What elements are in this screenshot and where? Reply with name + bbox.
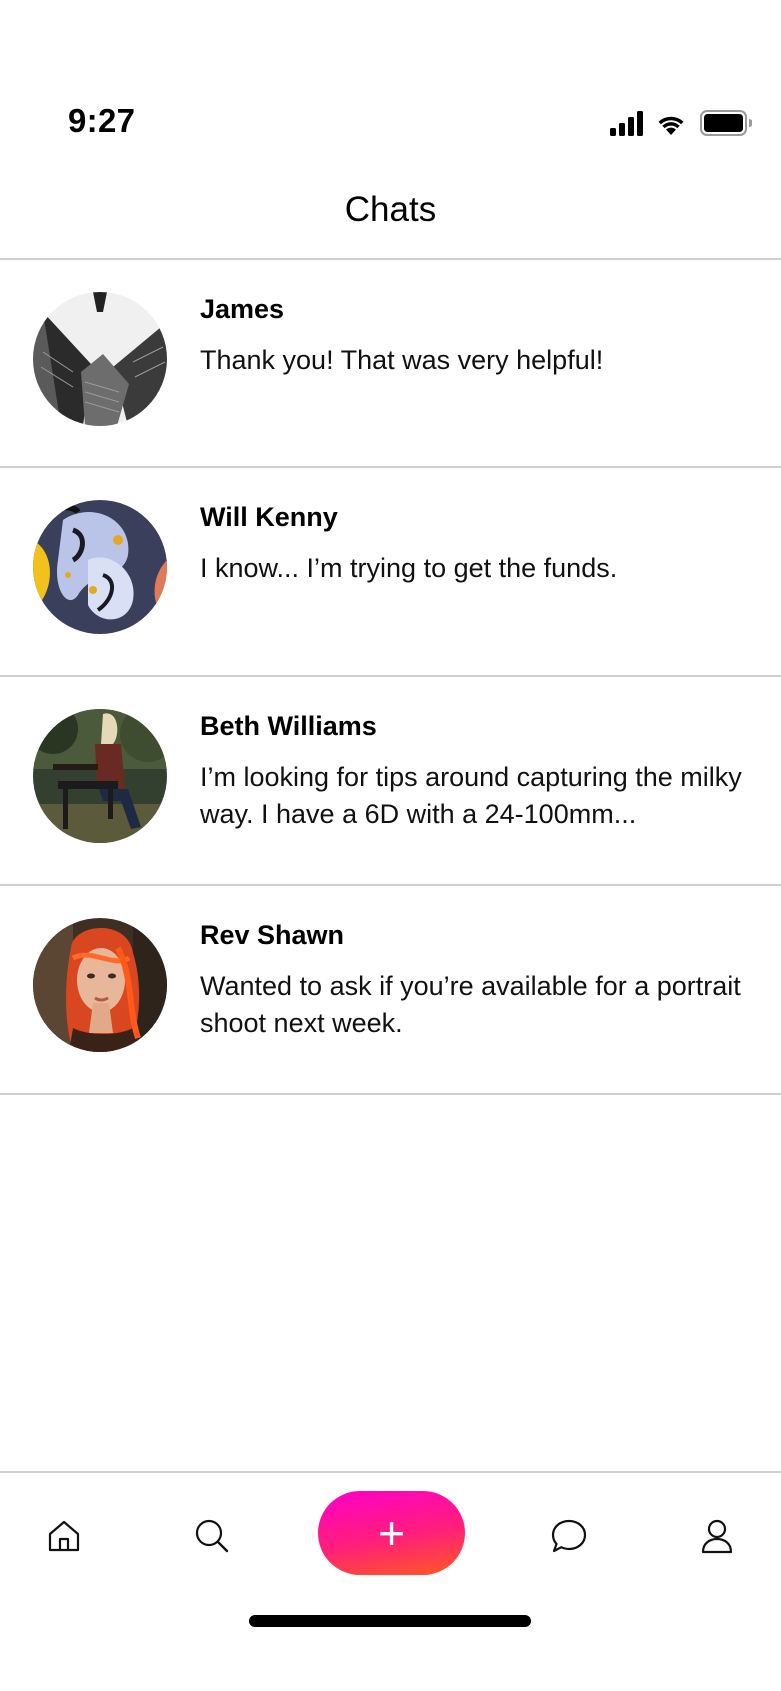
avatar [33,918,167,1052]
chat-name: James [200,294,285,324]
tab-profile[interactable] [692,1511,742,1561]
tab-bar: + [0,1473,781,1593]
abstract-paint-avatar [33,500,167,634]
chat-name: Beth Williams [200,711,377,741]
chat-icon [551,1519,587,1553]
profile-icon [701,1519,733,1554]
page-title: Chats [344,190,437,229]
avatar [33,500,167,634]
compose-button[interactable]: + [318,1491,465,1575]
home-indicator [249,1615,531,1627]
skyscrapers-avatar [33,292,167,426]
red-hair-portrait-avatar [33,918,167,1052]
chat-name: Rev Shawn [200,920,345,950]
status-time: 9:27 [68,102,136,139]
home-icon [48,1520,80,1552]
chat-name: Will Kenny [200,502,338,532]
chat-row-rev-shawn[interactable]: Rev Shawn Wanted to ask if you’re availa… [0,886,781,1095]
tab-chats[interactable] [544,1511,594,1561]
chat-row-beth-williams[interactable]: Beth Williams I’m looking for tips aroun… [0,677,781,886]
signal-icon [610,111,643,136]
chat-message-preview: I know... I’m trying to get the funds. [200,553,618,583]
chat-row-james[interactable]: James Thank you! That was very helpful! [0,260,781,468]
chat-row-will-kenny[interactable]: Will Kenny I know... I’m trying to get t… [0,468,781,677]
status-bar: 9:27 [0,0,781,160]
avatar [33,292,167,426]
woman-on-bench-avatar [33,709,167,843]
search-icon [195,1519,229,1553]
chat-list: James Thank you! That was very helpful! … [0,260,781,1095]
status-icons [610,110,752,136]
tab-home[interactable] [39,1511,89,1561]
chat-message-preview: Wanted to ask if you’re available for a … [200,971,741,1038]
battery-icon [700,110,752,136]
tab-search[interactable] [187,1511,237,1561]
chat-message-preview: I’m looking for tips around capturing th… [200,762,742,829]
chat-message-preview: Thank you! That was very helpful! [200,345,604,375]
avatar [33,709,167,843]
wifi-icon [658,116,684,135]
plus-icon: + [378,1507,405,1559]
